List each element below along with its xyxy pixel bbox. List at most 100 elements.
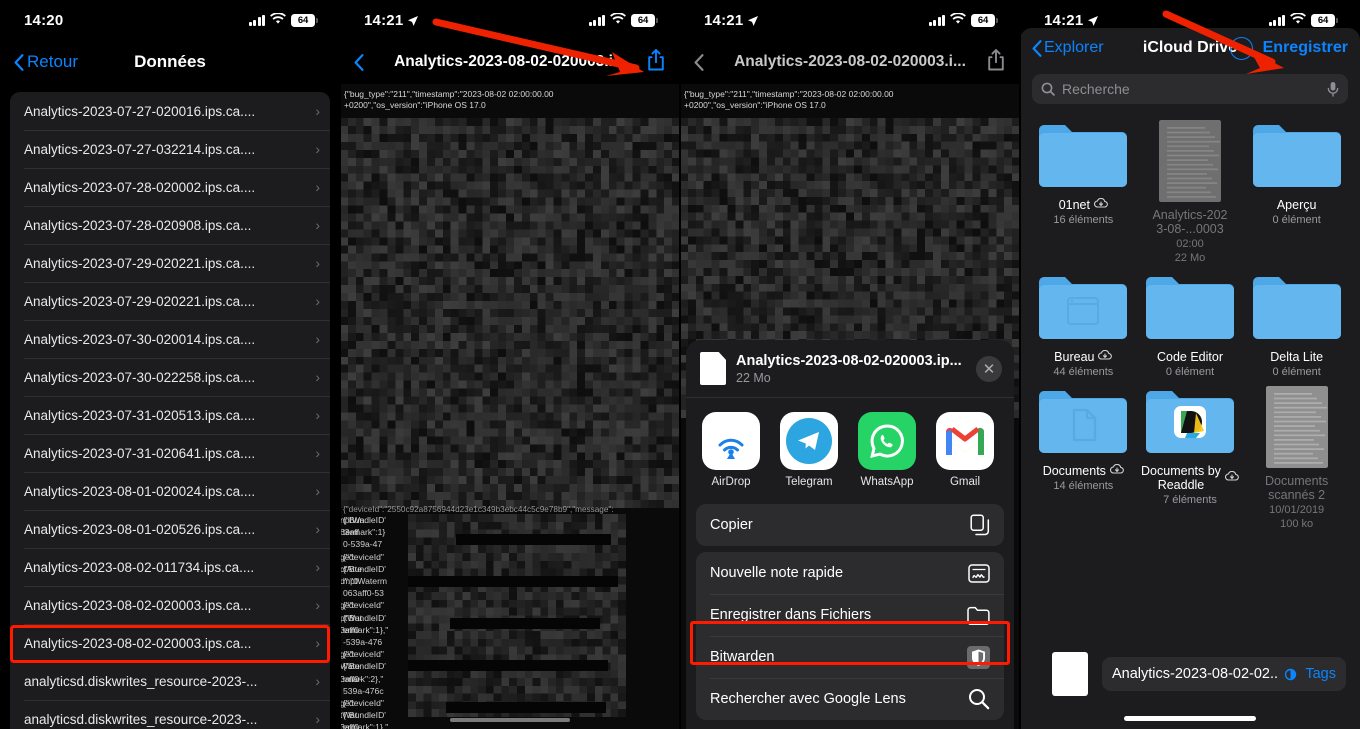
list-item[interactable]: Analytics-2023-07-30-020014.ips.ca.... › [10, 320, 330, 358]
share-app-me[interactable]: Me [1012, 412, 1014, 488]
nav-bar: Retour Données [0, 40, 340, 84]
list-item[interactable]: Analytics-2023-08-02-011734.ips.ca.... › [10, 548, 330, 586]
tags-icon [1285, 668, 1297, 680]
chevron-right-icon: › [315, 673, 320, 689]
list-item[interactable]: analyticsd.diskwrites_resource-2023-... › [10, 700, 330, 729]
share-sheet: Analytics-2023-08-02-020003.ip... 22 Mo … [686, 340, 1014, 729]
list-item[interactable]: Analytics-2023-07-30-022258.ips.ca.... › [10, 358, 330, 396]
share-app-label: Gmail [949, 476, 981, 488]
document-text-line: 63aff [340, 527, 359, 538]
share-app-label: Me [1012, 476, 1014, 488]
files-grid-item[interactable]: Analytics-202 3-08-...0003 02:00 22 Mo [1137, 120, 1244, 264]
file-name-value: Analytics-2023-08-02-02... [1112, 666, 1280, 682]
status-time: 14:20 [24, 11, 64, 29]
page-title: Analytics-2023-08-02-020003.i... [734, 53, 966, 70]
ellipsis-circle-icon[interactable]: ••• [1229, 36, 1253, 60]
files-grid-item-name: Code Editor [1156, 350, 1223, 364]
list-item-label: Analytics-2023-07-28-020908.ips.ca... [24, 217, 252, 233]
files-grid-item[interactable]: Bureau 44 éléments [1030, 272, 1137, 378]
list-item[interactable]: Analytics-2023-07-31-020513.ips.ca.... › [10, 396, 330, 434]
save-button[interactable]: Enregistrer [1263, 39, 1348, 57]
share-action-row[interactable]: Rechercher avec Google Lens [696, 678, 1004, 720]
share-icon [988, 48, 1004, 70]
redaction-bar [408, 576, 618, 587]
files-grid-item[interactable]: Aperçu 0 élément [1243, 120, 1350, 264]
share-app-whatsapp[interactable]: WhatsApp [856, 412, 918, 488]
files-grid-item[interactable]: Documents 14 éléments [1030, 386, 1137, 530]
share-action-row[interactable]: Enregistrer dans Fichiers [696, 594, 1004, 636]
share-action-row[interactable]: Nouvelle note rapide [696, 552, 1004, 594]
explorer-back-label: Explorer [1044, 39, 1104, 56]
status-bar: 14:21 64 [340, 0, 680, 40]
share-button[interactable] [646, 48, 666, 77]
share-app-telegram[interactable]: Telegram [778, 412, 840, 488]
document-content[interactable]: {"bug_type":"211","timestamp":"2023-08-0… [340, 84, 680, 729]
explorer-back-button[interactable]: Explorer [1032, 39, 1104, 57]
document-text-line: 3aff0 [340, 624, 359, 635]
back-button[interactable] [694, 53, 704, 71]
status-left: 14:21 [1044, 11, 1099, 29]
close-icon[interactable]: ✕ [976, 355, 1002, 382]
file-name-field[interactable]: Analytics-2023-08-02-02... Tags [1102, 657, 1346, 691]
bitwarden-shield-icon [967, 645, 990, 669]
list-item[interactable]: Analytics-2023-07-29-020221.ips.ca.... › [10, 244, 330, 282]
list-item-label: Analytics-2023-07-28-020002.ips.ca.... [24, 179, 256, 195]
files-grid-item-detail: 0 élément [1272, 214, 1321, 226]
files-grid-item-detail: 44 éléments [1053, 366, 1114, 378]
whatsapp-icon [858, 412, 916, 470]
redaction-bar [450, 618, 600, 629]
share-apps-row: AirDrop Telegram WhatsApp Gmail Me [686, 398, 1014, 498]
chevron-right-icon: › [315, 521, 320, 537]
files-grid-item[interactable]: Documents scannés 2 10/01/2019 100 ko [1243, 386, 1350, 530]
cellular-signal-icon [1268, 14, 1285, 26]
files-grid-item[interactable]: Documents by Readdle 7 éléments [1137, 386, 1244, 530]
document-right-column: nptWa 63aff ge": ctAtte d":"0 ge": ptWat 3aff… [340, 514, 390, 729]
list-item[interactable]: Analytics-2023-08-01-020024.ips.ca.... › [10, 472, 330, 510]
search-input[interactable]: Recherche [1032, 74, 1348, 104]
share-action-row[interactable]: Copier [696, 504, 1004, 546]
tags-button[interactable]: Tags [1285, 666, 1336, 682]
share-app-gmail[interactable]: Gmail [934, 412, 996, 488]
files-grid-item[interactable]: 01net 16 éléments [1030, 120, 1137, 264]
nav-bar: Analytics-2023-08-02-020003.i... [680, 40, 1020, 84]
list-item-label: Analytics-2023-08-02-020003.ips.ca... [24, 597, 252, 613]
quick-note-icon [968, 563, 990, 583]
list-item[interactable]: Analytics-2023-07-28-020908.ips.ca... › [10, 206, 330, 244]
status-time: 14:21 [1044, 11, 1084, 29]
share-app-label: WhatsApp [860, 476, 914, 488]
files-grid-item-detail: 7 éléments [1163, 494, 1217, 506]
document-text-line [340, 587, 390, 599]
share-button[interactable] [986, 48, 1006, 77]
share-app-airdrop[interactable]: AirDrop [700, 412, 762, 488]
list-item[interactable]: Analytics-2023-07-27-020016.ips.ca.... › [10, 92, 330, 130]
back-button[interactable] [354, 53, 364, 71]
document-text-line: ge": [340, 698, 355, 709]
chevron-right-icon: › [315, 711, 320, 727]
share-action-label: Copier [710, 517, 753, 533]
list-item[interactable]: Analytics-2023-07-27-032214.ips.ca.... › [10, 130, 330, 168]
list-item[interactable]: Analytics-2023-07-31-020641.ips.ca.... › [10, 434, 330, 472]
list-item[interactable]: Analytics-2023-08-01-020526.ips.ca.... › [10, 510, 330, 548]
share-actions-group-2: Nouvelle note rapide Enregistrer dans Fic… [696, 552, 1004, 720]
list-item[interactable]: Analytics-2023-07-29-020221.ips.ca.... › [10, 282, 330, 320]
list-item[interactable]: Analytics-2023-07-28-020002.ips.ca.... › [10, 168, 330, 206]
horizontal-scrollbar[interactable] [450, 718, 570, 722]
back-label: Retour [27, 52, 79, 71]
shared-file-size: 22 Mo [736, 370, 771, 385]
back-button[interactable]: Retour [14, 52, 78, 72]
cloud-download-icon [1093, 197, 1108, 208]
list-item-label: Analytics-2023-07-30-022258.ips.ca.... [24, 369, 256, 385]
list-item[interactable]: Analytics-2023-08-02-020003.ips.ca... › [10, 586, 330, 624]
files-grid-item[interactable]: Code Editor 0 élément [1137, 272, 1244, 378]
panel-share-sheet: 14:21 64 Analytics-2023-08-02-020003.i..… [680, 0, 1020, 729]
share-action-row[interactable]: Bitwarden [696, 636, 1004, 678]
status-time: 14:21 [364, 11, 404, 29]
status-time: 14:21 [704, 11, 744, 29]
list-item-label: analyticsd.diskwrites_resource-2023-... [24, 673, 258, 689]
chevron-left-icon [354, 53, 364, 71]
folder-icon [1251, 120, 1343, 192]
chevron-right-icon: › [315, 141, 320, 157]
list-item[interactable]: analyticsd.diskwrites_resource-2023-... › [10, 662, 330, 700]
list-item[interactable]: Analytics-2023-08-02-020003.ips.ca... › [10, 624, 330, 662]
files-grid-item[interactable]: Delta Lite 0 élément [1243, 272, 1350, 378]
